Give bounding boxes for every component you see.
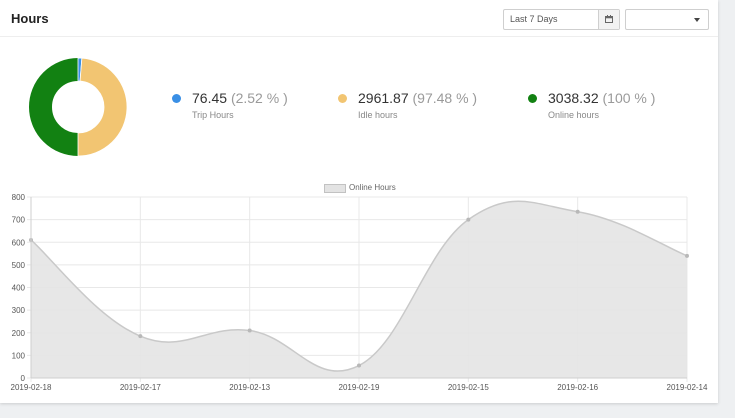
trip-hours-value: 76.45 (2.52 % ) xyxy=(192,90,288,106)
x-tick-label: 2019-02-17 xyxy=(120,383,161,392)
y-tick-label: 800 xyxy=(12,193,26,202)
x-tick-label: 2019-02-13 xyxy=(229,383,270,392)
idle-hours-label: Idle hours xyxy=(358,110,398,120)
y-tick-label: 0 xyxy=(21,374,26,383)
data-point xyxy=(575,209,580,214)
data-point xyxy=(247,328,252,333)
x-tick-label: 2019-02-19 xyxy=(339,383,380,392)
online-hours-area-chart: 0 100 200 300 400 500 600 700 800 2019-02-18 2019-… xyxy=(11,193,708,392)
x-tick-label: 2019-02-18 xyxy=(11,383,52,392)
x-tick-label: 2019-02-15 xyxy=(448,383,489,392)
y-tick-label: 200 xyxy=(12,329,26,338)
idle-hours-percent: (97.48 % ) xyxy=(412,90,478,106)
hours-donut-chart xyxy=(29,57,128,157)
idle-hours-value: 2961.87 (97.48 % ) xyxy=(358,90,477,106)
y-tick-label: 300 xyxy=(12,306,26,315)
chevron-down-icon xyxy=(694,18,700,22)
online-hours-value: 3038.32 (100 % ) xyxy=(548,90,655,106)
data-point xyxy=(357,363,361,368)
calendar-button[interactable] xyxy=(598,10,619,29)
y-tick-label: 500 xyxy=(12,261,26,270)
y-tick-label: 600 xyxy=(12,238,26,247)
online-hours-dot xyxy=(528,94,537,103)
data-point xyxy=(685,253,689,258)
data-point xyxy=(138,334,143,339)
card-title: Hours xyxy=(11,11,49,26)
date-range-picker[interactable]: Last 7 Days xyxy=(503,9,620,30)
trip-hours-label: Trip Hours xyxy=(192,110,234,120)
online-hours-label: Online hours xyxy=(548,110,600,120)
trip-hours-dot xyxy=(172,94,181,103)
data-point xyxy=(466,217,471,222)
calendar-icon xyxy=(605,15,613,23)
date-range-value: Last 7 Days xyxy=(510,14,558,24)
y-tick-label: 700 xyxy=(12,216,26,225)
y-tick-label: 400 xyxy=(12,284,26,293)
trip-hours-percent: (2.52 % ) xyxy=(230,90,288,106)
x-tick-label: 2019-02-14 xyxy=(667,383,708,392)
filter-select[interactable] xyxy=(625,9,709,30)
trip-hours-number: 76.45 xyxy=(192,90,228,106)
x-tick-label: 2019-02-16 xyxy=(557,383,598,392)
hours-card: Hours Last 7 Days 76.45 (2.52 % ) Trip H… xyxy=(0,0,718,403)
donut-slice-idle xyxy=(77,57,128,157)
card-header: Hours Last 7 Days xyxy=(0,0,718,37)
idle-hours-number: 2961.87 xyxy=(358,90,409,106)
online-hours-number: 3038.32 xyxy=(548,90,599,106)
idle-hours-dot xyxy=(338,94,347,103)
y-tick-label: 100 xyxy=(12,351,26,360)
online-hours-percent: (100 % ) xyxy=(602,90,656,106)
